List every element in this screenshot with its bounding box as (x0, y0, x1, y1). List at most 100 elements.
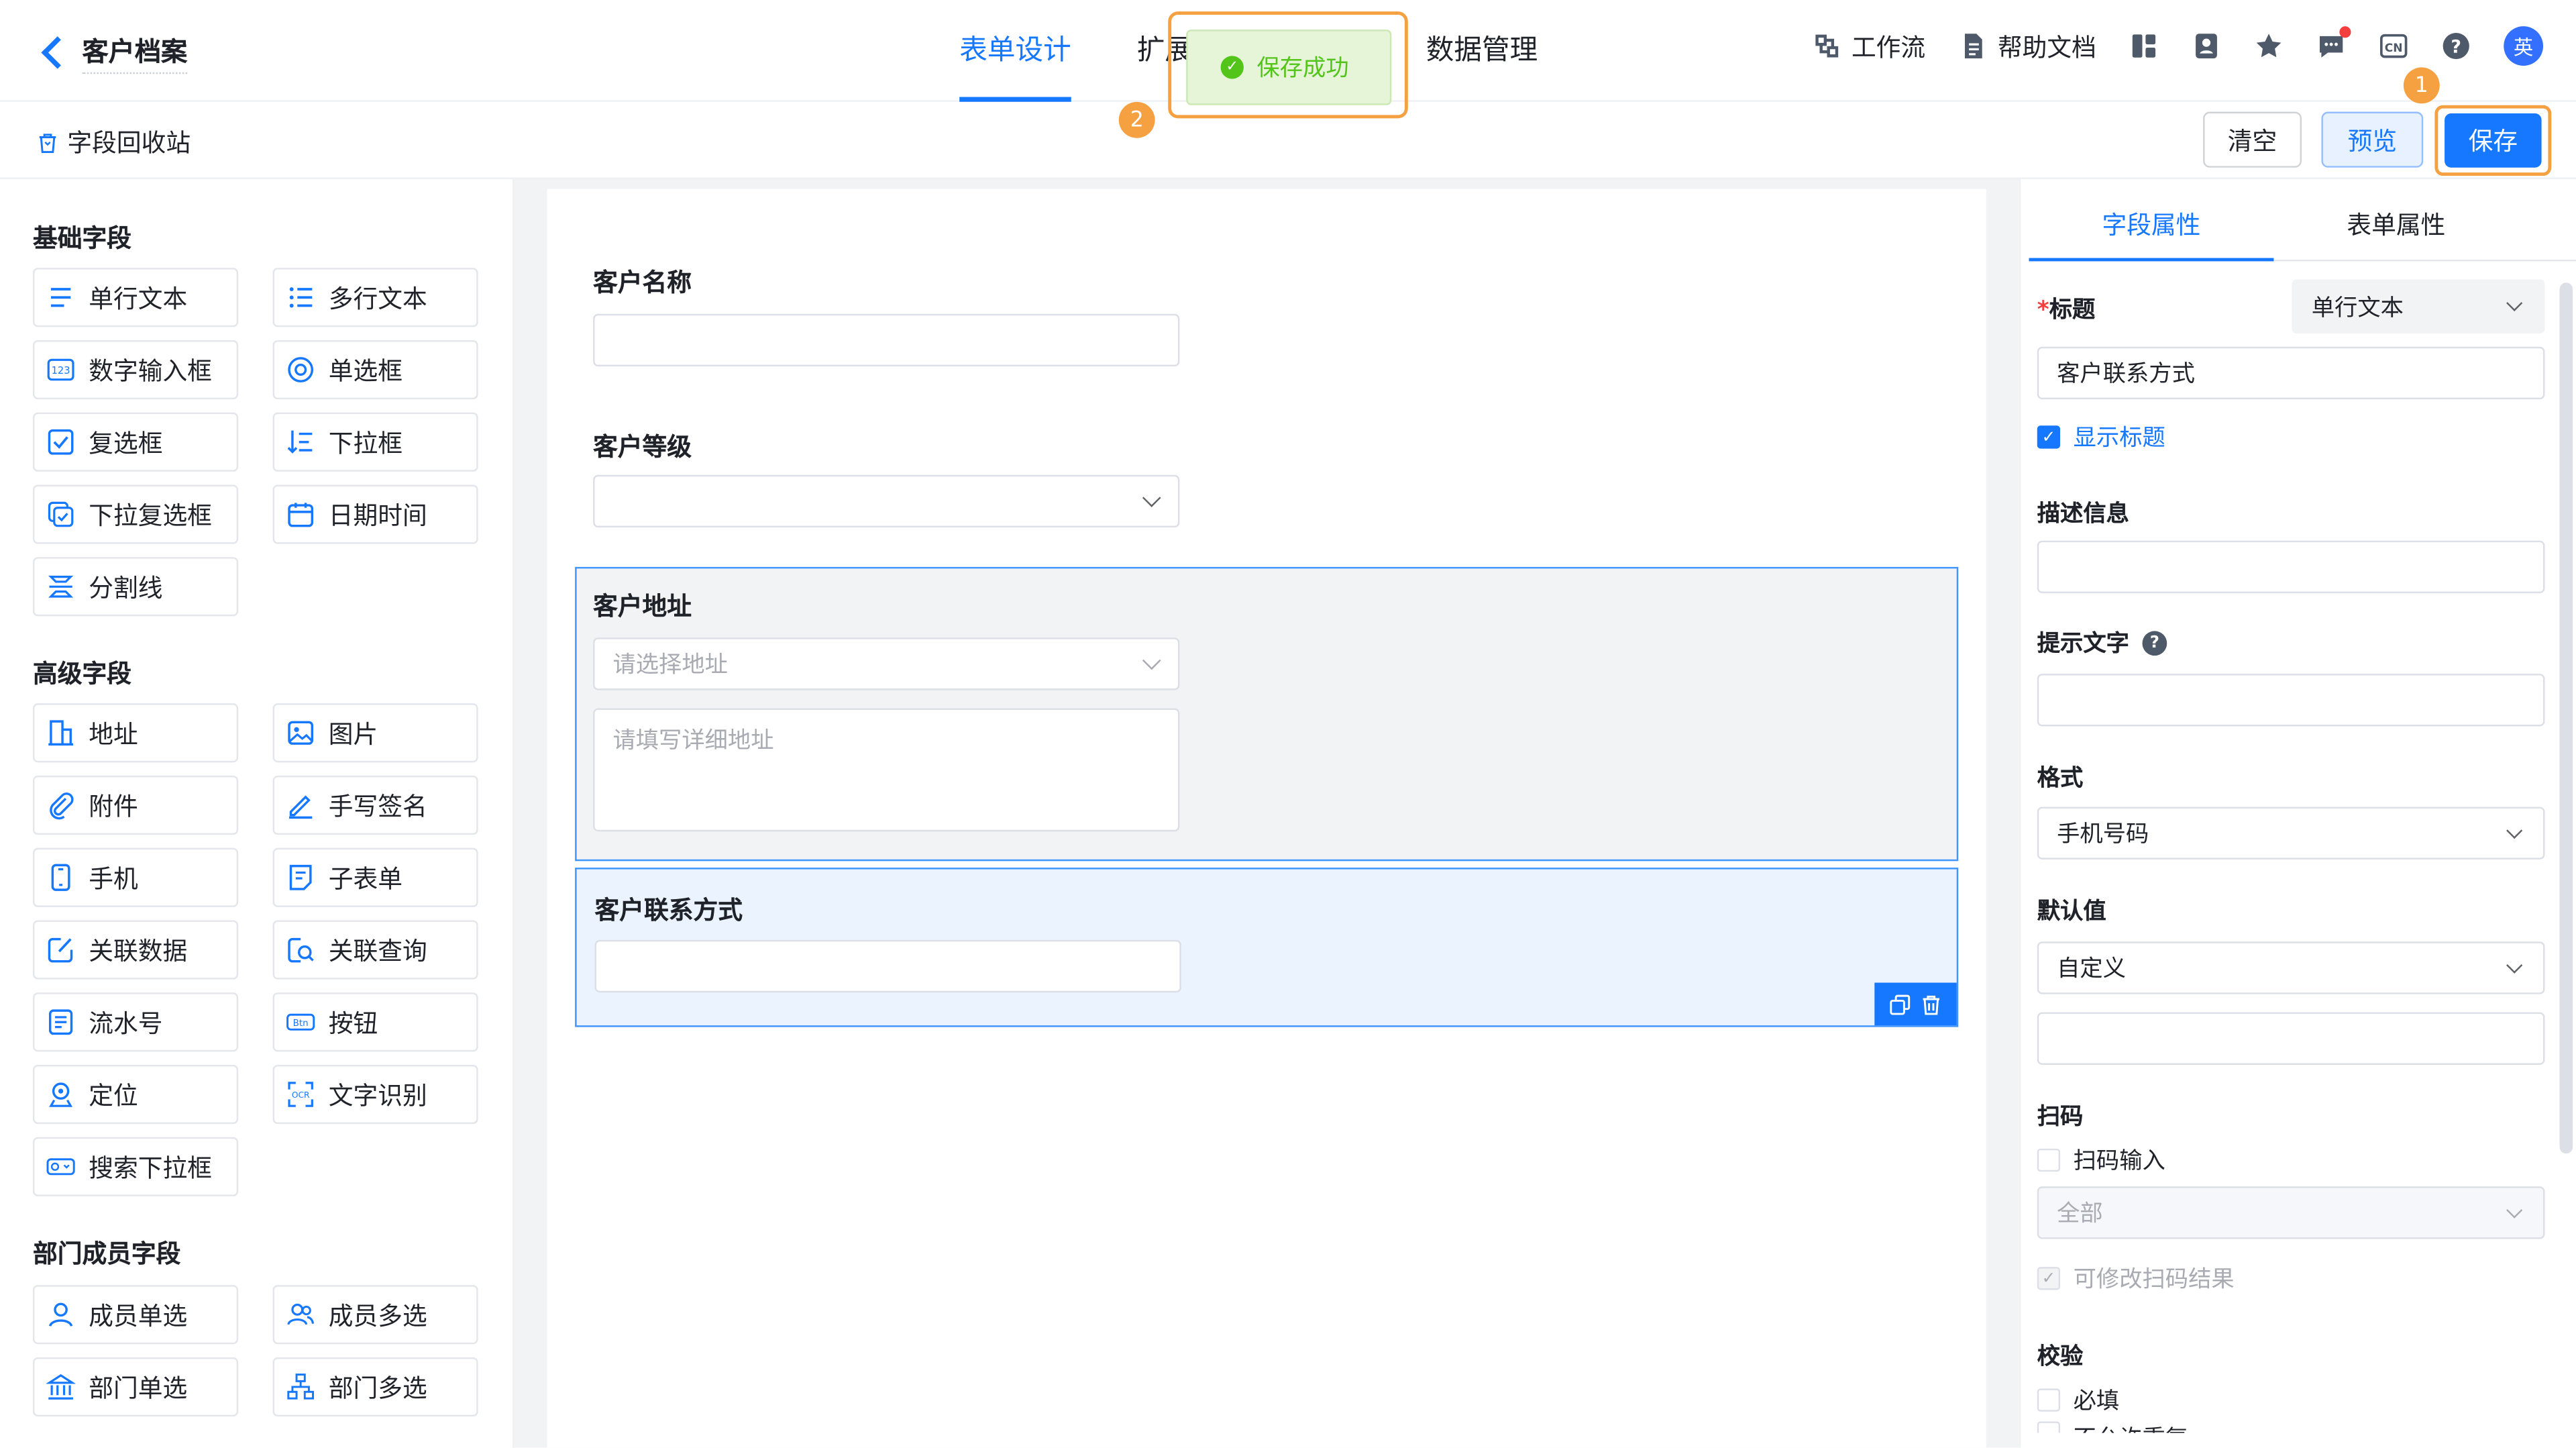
checkbox-disabled-icon: ✓ (2037, 1267, 2061, 1290)
field-subform[interactable]: 子表单 (272, 847, 478, 907)
address-region-select[interactable]: 请选择地址 (593, 637, 1180, 690)
address-detail-textarea[interactable]: 请填写详细地址 (593, 708, 1180, 832)
field-datetime[interactable]: 日期时间 (272, 484, 478, 544)
scan-input-checkbox[interactable]: 扫码输入 (2037, 1144, 2165, 1177)
help-docs-button[interactable]: 帮助文档 (1958, 29, 2096, 63)
copy-icon[interactable] (1889, 993, 1911, 1015)
field-recycle-bin[interactable]: 字段回收站 (36, 125, 191, 159)
workflow-button[interactable]: 工作流 (1812, 29, 1925, 63)
workflow-icon (1815, 34, 1839, 58)
tab-form-design[interactable]: 表单设计 (959, 0, 1071, 102)
field-multi-line-text[interactable]: 多行文本 (272, 268, 478, 327)
field-label: 复选框 (89, 427, 163, 458)
field-image[interactable]: 图片 (272, 703, 478, 763)
field-type-value: 单行文本 (2311, 295, 2404, 321)
no-repeat-checkbox[interactable]: 不允许重复 (2037, 1421, 2188, 1433)
scan-label: 扫码 (2037, 1104, 2084, 1131)
field-ocr[interactable]: OCR 文字识别 (272, 1064, 478, 1125)
field-label: 数字输入框 (89, 356, 212, 386)
contacts-button[interactable] (2192, 32, 2221, 61)
layout-icon (2132, 34, 2156, 58)
default-value-input[interactable] (2037, 1012, 2545, 1065)
properties-tabs: 字段属性 表单属性 (2029, 179, 2576, 262)
field-related-data[interactable]: 关联数据 (32, 920, 239, 980)
messages-button[interactable] (2316, 26, 2351, 61)
field-label: 关联数据 (89, 935, 188, 966)
field-single-line-text[interactable]: 单行文本 (32, 268, 239, 327)
customer-address-block[interactable]: 客户地址 请选择地址 请填写详细地址 (575, 566, 1959, 862)
field-member-single[interactable]: 成员单选 (32, 1285, 239, 1345)
hint-input[interactable] (2037, 674, 2545, 727)
document-icon (1964, 34, 1982, 58)
trash-icon[interactable] (1921, 993, 1942, 1015)
properties-scrollbar[interactable] (2559, 282, 2573, 1154)
calendar-icon (286, 499, 315, 529)
back-button[interactable]: 客户档案 (36, 30, 188, 74)
scan-input-label: 扫码输入 (2073, 1148, 2165, 1176)
field-address[interactable]: 地址 (32, 703, 239, 763)
customer-contact-input[interactable] (594, 939, 1181, 993)
tab-data-management[interactable]: 数据管理 (1426, 0, 1538, 102)
title-label-text: 标题 (2049, 297, 2096, 324)
field-label: 多行文本 (328, 283, 427, 313)
org-chart-icon (286, 1372, 315, 1402)
field-label: 附件 (89, 791, 138, 821)
field-label: 下拉复选框 (89, 500, 212, 530)
customer-name-input[interactable] (593, 313, 1180, 367)
divider-icon (46, 572, 76, 601)
checkbox-empty-icon (2037, 1421, 2061, 1433)
user-avatar[interactable]: 英 (2504, 26, 2544, 66)
field-related-query[interactable]: 关联查询 (272, 920, 478, 980)
field-dropdown[interactable]: 下拉框 (272, 412, 478, 472)
field-label: 成员多选 (328, 1300, 427, 1331)
required-star: * (2037, 297, 2049, 324)
default-value-select[interactable]: 自定义 (2037, 941, 2545, 994)
svg-text:CN: CN (2385, 42, 2403, 55)
tab-field-properties[interactable]: 字段属性 (2029, 179, 2274, 262)
field-checkbox[interactable]: 复选框 (32, 412, 239, 472)
field-radio[interactable]: 单选框 (272, 340, 478, 400)
field-member-multi[interactable]: 成员多选 (272, 1285, 478, 1345)
language-button[interactable]: CN (2379, 32, 2408, 61)
clear-button[interactable]: 清空 (2203, 111, 2302, 168)
customer-contact-block-selected[interactable]: 客户联系方式 (575, 868, 1959, 1027)
layout-button[interactable] (2129, 32, 2159, 61)
scan-scope-select: 全部 (2037, 1186, 2545, 1239)
field-label: 按钮 (328, 1008, 378, 1038)
field-signature[interactable]: 手写签名 (272, 775, 478, 835)
svg-text:?: ? (2451, 36, 2461, 57)
field-type-select[interactable]: 单行文本 (2292, 279, 2545, 334)
field-label: 下拉框 (328, 427, 403, 458)
field-divider[interactable]: 分割线 (32, 557, 239, 617)
required-checkbox[interactable]: 必填 (2037, 1384, 2119, 1416)
favorite-button[interactable] (2254, 32, 2284, 61)
field-dept-single[interactable]: 部门单选 (32, 1357, 239, 1417)
description-input[interactable] (2037, 540, 2545, 594)
field-dept-multi[interactable]: 部门多选 (272, 1357, 478, 1417)
field-button[interactable]: Btn 按钮 (272, 992, 478, 1052)
chevron-down-icon (2506, 1202, 2523, 1219)
help-button[interactable]: ? (2441, 32, 2471, 61)
tab-form-properties[interactable]: 表单属性 (2273, 179, 2518, 260)
field-number-input[interactable]: 123 数字输入框 (32, 340, 239, 400)
user-icon (46, 1300, 76, 1329)
customer-level-select[interactable] (593, 474, 1180, 528)
contact-book-icon (2196, 34, 2217, 58)
question-circle-icon[interactable]: ? (2142, 630, 2167, 655)
field-serial-number[interactable]: 流水号 (32, 992, 239, 1052)
description-label: 描述信息 (2037, 501, 2129, 528)
field-label: 手写签名 (328, 791, 427, 821)
field-phone[interactable]: 手机 (32, 847, 239, 907)
field-dropdown-multi[interactable]: 下拉复选框 (32, 484, 239, 544)
field-attachment[interactable]: 附件 (32, 775, 239, 835)
field-search-dropdown[interactable]: 搜索下拉框 (32, 1137, 239, 1196)
link-edit-icon (46, 935, 76, 964)
format-select[interactable]: 手机号码 (2037, 807, 2545, 860)
preview-button[interactable]: 预览 (2321, 111, 2424, 168)
save-button[interactable]: 保存 (2445, 113, 2542, 168)
field-palette: 基础字段 单行文本 多行文本 123 数字输入框 单选框 复选框 下拉框 下拉复… (0, 178, 515, 1448)
show-title-checkbox[interactable]: ✓ 显示标题 (2037, 421, 2165, 454)
field-location[interactable]: 定位 (32, 1064, 239, 1125)
customer-contact-label: 客户联系方式 (594, 895, 743, 925)
title-input[interactable]: 客户联系方式 (2037, 346, 2545, 400)
